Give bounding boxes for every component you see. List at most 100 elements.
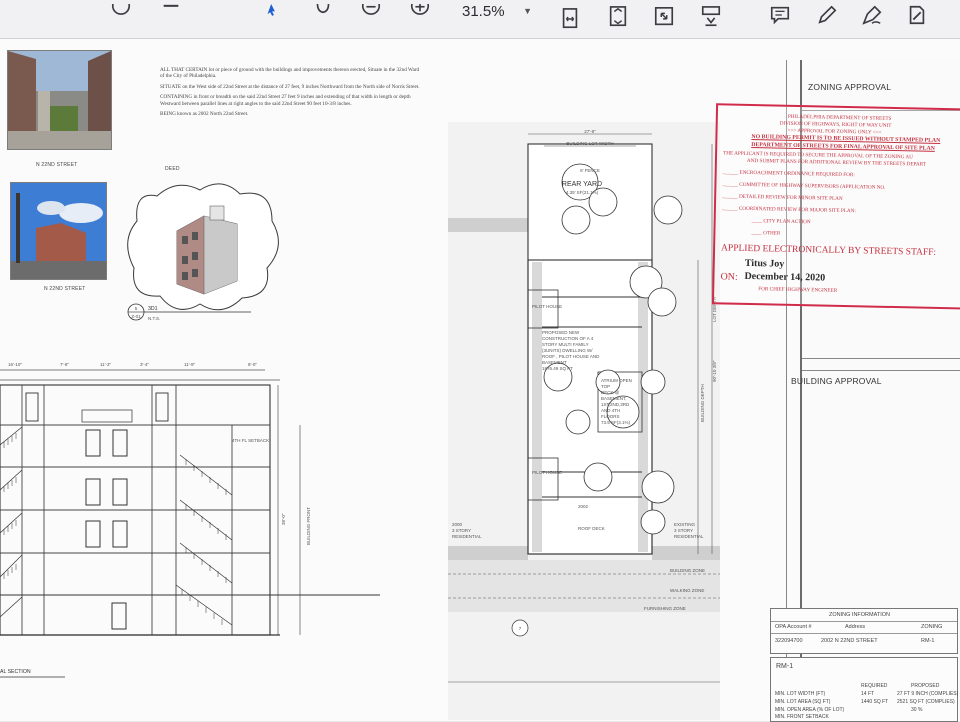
- left-neighbor-3: RESIDENTIAL: [452, 534, 482, 539]
- zi-header-opa: OPA Account #: [775, 624, 812, 630]
- proposed-line-4: (3UNITS) DWELLING W/: [542, 348, 593, 353]
- lot-width-label: BUILDING LOT WIDTH: [566, 141, 613, 146]
- proposed-line-6: BASEMENT: [542, 360, 567, 365]
- legal-paragraph: BEING known as 2002 North 22nd Street.: [160, 111, 249, 118]
- fit-width-icon: [562, 8, 578, 29]
- right-neighbor-2: 3 STORY: [674, 528, 693, 533]
- view-tag-number: 5: [135, 306, 138, 311]
- rm-row-prop: 30 %: [911, 707, 923, 713]
- pen-icon: [818, 5, 837, 24]
- page-up-button[interactable]: [104, 0, 138, 30]
- rm-label: RM-1: [776, 663, 794, 670]
- comment-icon: [770, 6, 790, 25]
- zoning-information-table: ZONING INFORMATION OPA Account # Address…: [770, 608, 958, 654]
- atrium-line-3: DECK @: [601, 390, 620, 395]
- elevation-drawing: 16'-10" 7'-8" 11'-3" 3'-4" 11'-9" 8'-0" …: [0, 362, 380, 678]
- fill-sign-button[interactable]: [900, 0, 934, 30]
- hand-tool-button[interactable]: [306, 0, 340, 30]
- zoom-level-dropdown[interactable]: 31.5% ▼: [440, 0, 538, 22]
- legal-description: ALL THAT CERTAIN lot or piece of ground …: [160, 67, 420, 121]
- zoom-level-value: 31.5%: [462, 2, 505, 20]
- dim-top-1: 16'-10": [8, 362, 22, 367]
- scroll-mode-icon: [701, 6, 721, 27]
- circle-icon: [111, 4, 131, 15]
- full-screen-button[interactable]: [647, 2, 681, 32]
- section-label: AL SECTION: [0, 669, 31, 675]
- stamp-check: ______ DETAILED REVIEW FOR MINOR SITE PL…: [722, 193, 843, 202]
- zoom-in-button[interactable]: [403, 0, 437, 30]
- building-zone-label: BUILDING ZONE: [670, 568, 705, 573]
- stamp-engineer-label: FOR CHIEF HIGHWAY ENGINEER: [758, 286, 838, 294]
- stamp-check: ______ COMMITTEE OF HIGHWAY SUPERVISORS …: [722, 181, 886, 191]
- dim-top-4: 3'-4": [140, 362, 149, 367]
- height-dim: 38'-0": [281, 513, 286, 525]
- fit-page-button[interactable]: [601, 2, 635, 32]
- proposed-line-5: ROOF , PILOT HOUSE AND: [542, 354, 600, 359]
- photo-image: [11, 183, 106, 279]
- select-tool-button[interactable]: [256, 0, 290, 30]
- scroll-mode-button[interactable]: [694, 2, 728, 32]
- dim-top-2: 7'-8": [60, 362, 69, 367]
- photo-image: [8, 51, 111, 149]
- cursor-icon: [267, 4, 275, 16]
- photo-caption-2: N 22ND STREET: [44, 286, 86, 292]
- stamp-check: ______ ENCROACHMENT ORDINANCE REQUIRED F…: [722, 169, 855, 179]
- atrium-line-1: ATRIUM OPEN: [601, 378, 632, 383]
- legal-paragraph: CONTAINING in front or breadth on the sa…: [160, 94, 411, 107]
- rm-row-label: MIN. LOT WIDTH (FT): [775, 691, 826, 697]
- zoning-approval-heading: ZONING APPROVAL: [808, 82, 892, 92]
- stamp-line: DEPARTMENT OF STREETS FOR FINAL APPROVAL…: [751, 142, 935, 152]
- atrium-line-4: BASEMENT,: [601, 396, 627, 401]
- rm-row-label: MIN. LOT AREA (SQ FT): [775, 699, 831, 705]
- dim-top-6: 8'-0": [248, 362, 257, 367]
- stamp-check: ____ OTHER: [751, 230, 781, 237]
- atrium-line-7: FLOORS: [601, 414, 620, 419]
- street-photo-1: [7, 50, 112, 150]
- right-neighbor-3: RESIDENTIAL: [674, 534, 704, 539]
- stamp-applied-label: APPLIED ELECTRONICALLY BY STREETS STAFF:: [720, 243, 937, 258]
- zoom-out-button[interactable]: [354, 0, 388, 30]
- minus-icon: [163, 4, 179, 7]
- zoning-info-heading: ZONING INFORMATION: [829, 612, 891, 618]
- view-tag-scale: N.T.S.: [148, 316, 160, 321]
- rm-col-proposed: PROPOSED: [911, 683, 940, 689]
- expand-icon: [654, 7, 674, 26]
- pilot-house-bottom-label: PILOT HOUSE: [532, 470, 562, 475]
- lot-depth-value: 90'-10 3/8": [712, 360, 717, 382]
- stamp-staff-name: Titus Joy: [744, 257, 785, 270]
- draw-button[interactable]: [855, 0, 889, 30]
- rm-row-prop: 27 FT 9 INCH (COMPLIES): [897, 691, 959, 697]
- atrium-line-2: TOP: [601, 384, 610, 389]
- rm-row-req: 1440 SQ FT: [861, 699, 889, 705]
- streets-approval-stamp: PHILADELPHIA DEPARTMENT OF STREETS DIVIS…: [711, 103, 960, 310]
- stamp-check: ____ CITY PLAN ACTION: [751, 218, 811, 226]
- chevron-down-icon: ▼: [523, 6, 532, 16]
- rear-yard-label: REAR YARD: [562, 181, 602, 188]
- zi-value-address: 2002 N 22ND STREET: [821, 638, 878, 644]
- dim-top-5: 11'-9": [184, 362, 196, 367]
- pilot-house-top-label: PILOT HOUSE: [532, 304, 562, 309]
- site-plan: 27'-9" BUILDING LOT WIDTH 6' FENCE REAR …: [448, 122, 720, 720]
- stamp-check: ______ COORDINATED REVIEW FOR MAJOR SITE…: [721, 205, 856, 215]
- draw-icon: [862, 5, 882, 25]
- roof-deck-label: ROOF DECK: [578, 526, 605, 531]
- proposed-line-1: PROPOSED NEW: [542, 330, 580, 335]
- highlight-button[interactable]: [810, 0, 844, 30]
- fence-label: 6' FENCE: [580, 168, 600, 173]
- legal-paragraph: ALL THAT CERTAIN lot or piece of ground …: [160, 67, 420, 80]
- comment-button[interactable]: [763, 0, 797, 30]
- walking-zone-label: WALKING ZONE: [670, 588, 704, 593]
- deed-label: DEED: [165, 166, 180, 172]
- zoom-out-icon: [361, 4, 381, 15]
- rear-yard-area: 4.35' SF(21.1%): [566, 190, 599, 195]
- left-neighbor-2: 3 STORY: [452, 528, 471, 533]
- photo-caption-1: N 22ND STREET: [36, 162, 78, 168]
- fit-width-button[interactable]: [553, 4, 587, 34]
- right-neighbor-1: EXISTING: [674, 522, 696, 527]
- furnishing-zone-label: FURNISHING ZONE: [644, 606, 686, 611]
- page-down-button[interactable]: [154, 0, 188, 30]
- hand-icon: [316, 4, 330, 14]
- proposed-line-2: CONSTRUCTION OF A 4: [542, 336, 594, 341]
- rm-row-label: MIN. OPEN AREA (% OF LOT): [775, 707, 845, 713]
- address-number: 2002: [578, 504, 589, 509]
